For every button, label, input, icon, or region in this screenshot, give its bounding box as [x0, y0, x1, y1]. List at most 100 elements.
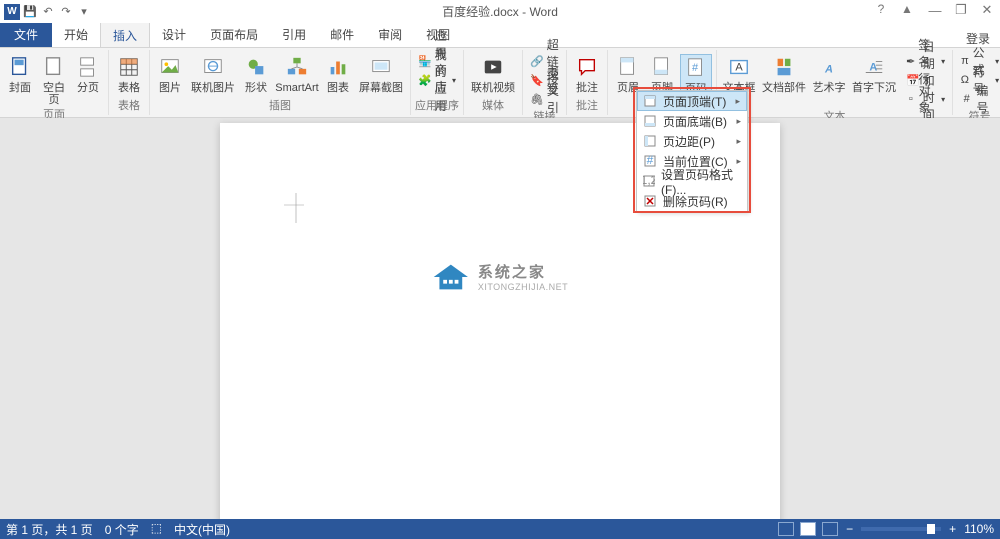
object-button[interactable]: ▫对象▾: [903, 90, 948, 108]
window-title: 百度经验.docx - Word: [442, 3, 558, 20]
screenshot-icon: [369, 54, 393, 80]
help-icon[interactable]: ?: [872, 0, 890, 18]
online-pictures-button[interactable]: 联机图片: [188, 54, 238, 94]
quick-access-toolbar: W 💾 ↶ ↷ ▾: [0, 4, 92, 20]
status-bar: 第 1 页，共 1 页 0 个字 ⬚ 中文(中国) − + 110%: [0, 519, 1000, 539]
tab-design[interactable]: 设计: [150, 22, 198, 47]
redo-icon[interactable]: ↷: [58, 4, 74, 20]
tab-file[interactable]: 文件: [0, 22, 52, 47]
number-icon: #: [960, 92, 973, 106]
menu-format-page-numbers[interactable]: 1,2 设置页码格式(F)...: [637, 171, 747, 191]
group-pages: 封面 空白页 分页 页面: [0, 50, 109, 115]
shapes-icon: [244, 54, 268, 80]
tab-home[interactable]: 开始: [52, 22, 100, 47]
object-icon: ▫: [906, 92, 916, 106]
group-symbols: π公式▾ Ω符号▾ #编号 符号: [953, 50, 1000, 115]
read-mode-icon[interactable]: [778, 522, 794, 536]
blank-page-button[interactable]: 空白页: [38, 54, 70, 106]
pictures-button[interactable]: 图片: [154, 54, 186, 94]
dropcap-icon: A: [862, 54, 886, 80]
watermark-title: 系统之家: [478, 261, 568, 282]
equation-icon: π: [960, 54, 970, 68]
smartart-button[interactable]: SmartArt: [274, 54, 320, 94]
online-pictures-icon: [201, 54, 225, 80]
tab-mailings[interactable]: 邮件: [318, 22, 366, 47]
remove-page-icon: [643, 194, 657, 208]
word-app-icon[interactable]: W: [4, 4, 20, 20]
svg-text:#: #: [692, 62, 699, 74]
status-lang-icon[interactable]: ⬚: [151, 521, 162, 538]
comment-button[interactable]: 批注: [571, 54, 603, 94]
menu-page-margins[interactable]: 页边距(P)▸: [637, 131, 747, 151]
page-number-menu: 页面顶端(T)▸ 页面底端(B)▸ 页边距(P)▸ # 当前位置(C)▸ 1,2…: [636, 90, 748, 212]
undo-icon[interactable]: ↶: [40, 4, 56, 20]
page-margins-icon: [643, 134, 657, 148]
restore-button[interactable]: ❐: [950, 0, 972, 20]
link-icon: 🔗: [530, 54, 544, 68]
dropcap-button[interactable]: A 首字下沉: [849, 54, 899, 108]
tab-review[interactable]: 审阅: [366, 22, 414, 47]
quickparts-button[interactable]: 文档部件: [759, 54, 809, 108]
login-link[interactable]: 登录: [966, 30, 990, 47]
number-button[interactable]: #编号: [957, 90, 1000, 108]
qat-customize-icon[interactable]: ▾: [76, 4, 92, 20]
zoom-slider[interactable]: [861, 527, 941, 531]
ribbon-collapse-icon[interactable]: ▲: [898, 0, 916, 18]
quickparts-icon: [772, 54, 796, 80]
zoom-out-button[interactable]: −: [846, 522, 853, 536]
zoom-level[interactable]: 110%: [964, 522, 994, 536]
group-tables-label: 表格: [118, 97, 140, 115]
status-language[interactable]: 中文(中国): [174, 521, 230, 538]
store-icon: 🏪: [418, 54, 432, 68]
group-apps: 🏪应用商店 🧩我的应用▾ 应用程序: [411, 50, 464, 115]
smartart-icon: [285, 54, 309, 80]
document-area[interactable]: 系统之家 XITONGZHIJIA.NET: [0, 118, 1000, 519]
svg-text:A: A: [735, 62, 743, 74]
myapps-button[interactable]: 🧩我的应用▾: [415, 71, 459, 89]
title-bar: W 💾 ↶ ↷ ▾ 百度经验.docx - Word ? ▲ — ❐ ✕: [0, 0, 1000, 23]
zoom-in-button[interactable]: +: [949, 522, 956, 536]
group-illustrations-label: 插图: [269, 97, 291, 115]
chart-icon: [326, 54, 350, 80]
menu-bottom-of-page[interactable]: 页面底端(B)▸: [637, 111, 747, 131]
comment-icon: [575, 54, 599, 80]
watermark-subtitle: XITONGZHIJIA.NET: [478, 282, 568, 292]
menu-remove-page-numbers[interactable]: 删除页码(R): [637, 191, 747, 211]
menu-top-of-page[interactable]: 页面顶端(T)▸: [637, 91, 747, 111]
pictures-icon: [158, 54, 182, 80]
ribbon-tabs: 文件 开始 插入 设计 页面布局 引用 邮件 审阅 视图 登录: [0, 23, 1000, 48]
crossref-button[interactable]: 🖇交叉引用: [527, 90, 562, 108]
close-button[interactable]: ✕: [976, 0, 998, 20]
page-bottom-icon: [643, 114, 657, 128]
tab-layout[interactable]: 页面布局: [198, 22, 270, 47]
tab-references[interactable]: 引用: [270, 22, 318, 47]
group-illustrations: 图片 联机图片 形状 SmartArt 图表 屏幕截图 插: [150, 50, 411, 115]
page-break-button[interactable]: 分页: [72, 54, 104, 106]
status-page[interactable]: 第 1 页，共 1 页: [6, 521, 93, 538]
save-icon[interactable]: 💾: [22, 4, 38, 20]
watermark-logo-icon: [432, 262, 470, 292]
web-layout-icon[interactable]: [822, 522, 838, 536]
blank-page-icon: [42, 54, 66, 80]
tab-insert[interactable]: 插入: [100, 22, 150, 47]
cover-page-button[interactable]: 封面: [4, 54, 36, 106]
myapps-icon: 🧩: [418, 73, 432, 87]
minimize-button[interactable]: —: [924, 0, 946, 20]
crossref-icon: 🖇: [530, 92, 544, 106]
screenshot-button[interactable]: 屏幕截图: [356, 54, 406, 94]
group-comments: 批注 批注: [567, 50, 608, 115]
print-layout-icon[interactable]: [800, 522, 816, 536]
svg-text:1,2: 1,2: [643, 175, 655, 187]
bookmark-icon: 🔖: [530, 73, 544, 87]
group-comments-label: 批注: [576, 97, 598, 115]
group-links: 🔗超链接 🔖书签 🖇交叉引用 链接: [523, 50, 567, 115]
format-page-icon: 1,2: [643, 174, 655, 188]
status-words[interactable]: 0 个字: [105, 521, 139, 538]
wordart-button[interactable]: A 艺术字: [811, 54, 847, 108]
table-button[interactable]: 表格: [113, 54, 145, 94]
group-media: 联机视频 媒体: [464, 50, 523, 115]
shapes-button[interactable]: 形状: [240, 54, 272, 94]
online-video-button[interactable]: 联机视频: [468, 54, 518, 94]
chart-button[interactable]: 图表: [322, 54, 354, 94]
group-media-label: 媒体: [482, 97, 504, 115]
